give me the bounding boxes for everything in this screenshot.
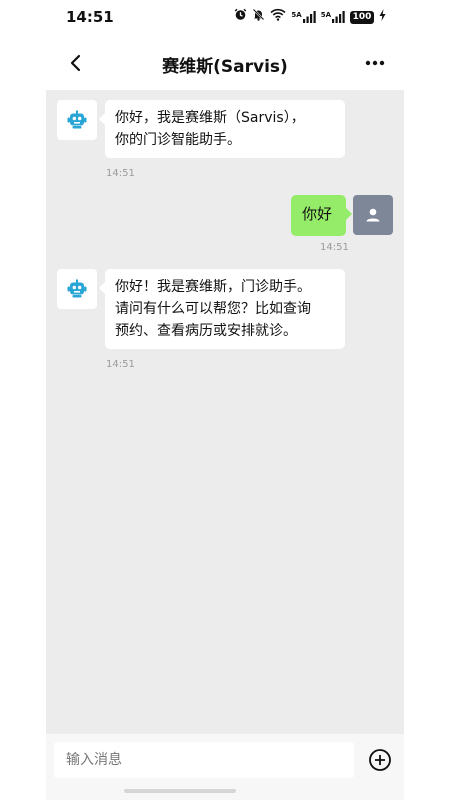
chat-title: 赛维斯(Sarvis) [162,57,288,77]
message-text-line: 你的门诊智能助手。 [115,132,241,148]
user-message-bubble[interactable]: 你好 [291,195,352,236]
chat-header: 赛维斯(Sarvis) [46,36,404,90]
person-icon [366,208,380,222]
message-text-line: 请问有什么可以帮您？比如查询 [115,301,311,317]
wifi-icon [270,8,286,26]
status-icons: 5A 5A 100 [234,8,386,26]
robot-icon [67,110,87,129]
plus-circle-icon [369,749,391,771]
home-indicator[interactable] [124,789,236,793]
status-bar: 14:51 5A 5A 100 [46,0,404,36]
bot-message-bubble[interactable]: 你好！我是赛维斯，门诊助手。 请问有什么可以帮您？比如查询 预约、查看病历或安排… [99,269,345,349]
message-text-line: 预约、查看病历或安排就诊。 [115,323,297,339]
status-time: 14:51 [66,8,114,26]
message-input[interactable] [54,742,354,778]
message-text-line: 你好 [302,205,333,223]
alarm-icon [234,8,247,26]
message-list[interactable]: 你好，我是赛维斯（Sarvis）， 你的门诊智能助手。 14:51 你好 14:… [46,90,404,734]
message-text-line: 你好，我是赛维斯（Sarvis）， [115,110,305,126]
bot-message-bubble[interactable]: 你好，我是赛维斯（Sarvis）， 你的门诊智能助手。 [99,100,345,158]
message-text-line: 你好！我是赛维斯，门诊助手。 [115,279,311,295]
charging-icon [379,8,386,26]
bot-avatar [57,269,97,309]
message-timestamp: 14:51 [106,359,135,370]
user-avatar [353,195,393,235]
mute-bell-icon [252,8,265,26]
signal-icon: 5A [291,11,316,23]
battery-indicator: 100 [350,10,374,24]
message-timestamp: 14:51 [320,242,349,253]
add-attachment-button[interactable] [368,748,392,772]
more-options-button[interactable] [362,52,388,74]
chat-screen: 14:51 5A 5A 100 赛维斯(Sarvis) 你好，我是赛维斯（Sar… [46,0,404,800]
bot-avatar [57,100,97,140]
more-horizontal-icon [365,60,385,66]
robot-icon [67,279,87,298]
message-timestamp: 14:51 [106,168,135,179]
signal-icon-2: 5A [321,11,345,23]
